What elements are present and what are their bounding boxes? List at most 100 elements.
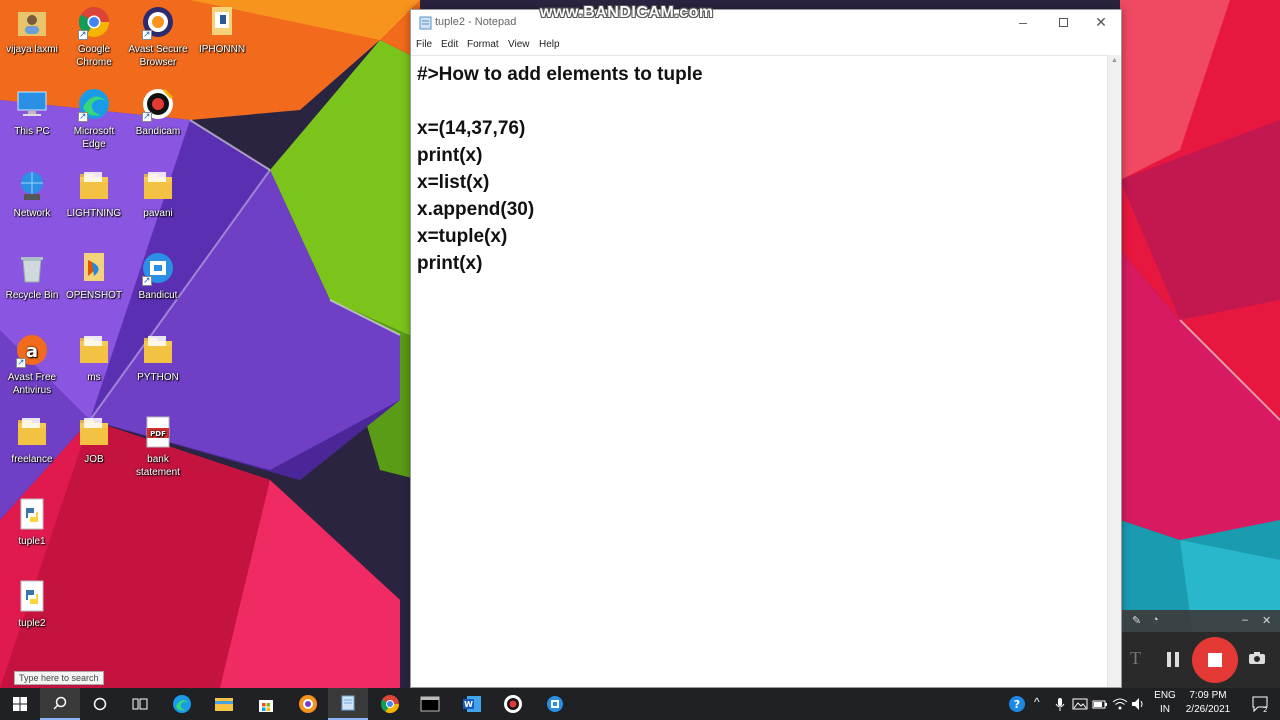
scroll-up-icon[interactable]: ▲ [1111, 57, 1118, 64]
code-line-8: print(x) [417, 253, 483, 274]
desktop-icon[interactable]: LIGHTNING [62, 168, 126, 220]
desktop-icon-label: Network [13, 208, 51, 219]
desktop-icon[interactable]: ms [62, 332, 126, 384]
desktop-icon-label: freelance [11, 454, 53, 465]
screenshot-camera-icon[interactable] [1248, 651, 1266, 665]
taskbar-notepad[interactable] [328, 688, 368, 720]
desktop-icon-label: tuple1 [18, 536, 46, 547]
maximize-button[interactable] [1043, 10, 1083, 34]
notepad-titlebar[interactable]: tuple2 - Notepad – ✕ [411, 10, 1121, 35]
code-line-5: x=list(x) [417, 172, 490, 193]
desktop-icon[interactable]: Network [0, 168, 64, 220]
desktop-icon-label: IPHONNN [198, 44, 246, 55]
code-line-1: #>How to add elements to tuple [417, 64, 703, 85]
desktop-icon-label: vijaya laxmi [6, 44, 58, 55]
desktop-icon[interactable]: This PC [0, 86, 64, 138]
taskbar-edge[interactable] [162, 688, 202, 720]
bandicut-icon [140, 250, 176, 287]
microphone-icon[interactable] [1052, 696, 1068, 712]
desktop-icon[interactable]: Avast Secure Browser [126, 4, 190, 69]
desktop-icon[interactable]: freelance [0, 414, 64, 466]
desktop-icon[interactable]: tuple2 [0, 578, 64, 630]
action-center-button[interactable]: 2 [1240, 688, 1280, 720]
folder-icon [76, 332, 112, 368]
taskbar-avast-browser[interactable] [288, 688, 328, 720]
stop-record-button[interactable] [1192, 637, 1238, 683]
help-icon[interactable]: ? [1008, 695, 1026, 713]
desktop-icon[interactable]: tuple1 [0, 496, 64, 548]
pause-button[interactable] [1166, 652, 1180, 667]
svg-text:W: W [464, 700, 473, 709]
taskbar: W ? ^ ENG IN 7:09 PM 2/26/2021 2 [0, 688, 1280, 720]
start-button[interactable] [0, 688, 40, 720]
menu-view[interactable]: View [508, 39, 530, 50]
clock-date: 2/26/2021 [1185, 704, 1231, 715]
volume-icon[interactable] [1130, 696, 1146, 712]
recorder-pencil-icon[interactable]: ✎ [1132, 614, 1141, 627]
desktop-icon[interactable]: PDF bank statement [126, 414, 190, 479]
desktop-icon[interactable]: OPENSHOT [62, 250, 126, 302]
desktop-icon-label: pavani [143, 208, 173, 219]
desktop-icon[interactable]: Bandicut [126, 250, 190, 302]
show-hidden-icons-chevron-icon[interactable]: ^ [1034, 695, 1040, 720]
task-view-button[interactable] [120, 688, 160, 720]
desktop-icon-label: LIGHTNING [66, 208, 122, 219]
desktop-icon-label: This PC [14, 126, 50, 137]
minimize-button[interactable]: – [1003, 10, 1043, 34]
computer-icon [14, 86, 50, 122]
desktop-icon[interactable]: PYTHON [126, 332, 190, 384]
desktop-icon[interactable]: Recycle Bin [0, 250, 64, 302]
language-indicator[interactable]: ENG IN [1150, 689, 1180, 717]
windows-logo-icon [13, 697, 27, 711]
shortcut-arrow-icon [78, 110, 88, 123]
menu-format[interactable]: Format [467, 39, 499, 50]
taskbar-bandicam[interactable] [493, 688, 533, 720]
desktop-icon-label: bank statement [136, 454, 180, 478]
menu-edit[interactable]: Edit [441, 39, 458, 50]
desktop-icon[interactable]: a Avast Free Antivirus [0, 332, 64, 397]
close-button[interactable]: ✕ [1081, 10, 1121, 34]
taskbar-file-explorer[interactable] [204, 688, 244, 720]
recorder-minimize-icon[interactable]: – [1242, 614, 1248, 626]
close-icon: ✕ [1095, 14, 1107, 30]
recorder-timer-icon[interactable]: ◔ [1152, 614, 1159, 626]
desktop-icon-label: Avast Secure Browser [128, 44, 188, 68]
taskbar-terminal[interactable] [410, 688, 450, 720]
desktop-icon[interactable]: vijaya laxmi [0, 4, 64, 56]
minimize-icon: – [1019, 14, 1027, 30]
terminal-icon [420, 696, 440, 712]
svg-text:a: a [26, 341, 38, 362]
taskbar-bandicut[interactable] [535, 688, 575, 720]
network-icon [14, 168, 50, 204]
search-button[interactable] [40, 688, 80, 720]
wifi-icon[interactable] [1112, 696, 1128, 712]
taskbar-word[interactable]: W [452, 688, 492, 720]
openshot-icon [76, 250, 112, 286]
menu-file[interactable]: File [416, 39, 432, 50]
text-tool-button[interactable]: T [1130, 648, 1141, 669]
desktop-icon[interactable]: IPHONNN [190, 4, 254, 56]
desktop-icon[interactable]: JOB [62, 414, 126, 466]
photos-icon[interactable] [1072, 696, 1088, 712]
battery-icon[interactable] [1092, 696, 1108, 712]
desktop-icon[interactable]: Google Chrome [62, 4, 126, 69]
taskbar-chrome[interactable] [370, 688, 410, 720]
cortana-button[interactable] [80, 688, 120, 720]
taskbar-store[interactable] [246, 688, 286, 720]
notepad-window[interactable]: tuple2 - Notepad – ✕ File Edit Format Vi… [410, 9, 1122, 688]
folder-icon [76, 414, 112, 450]
vertical-scrollbar[interactable]: ▲ [1107, 55, 1121, 687]
recorder-close-icon[interactable]: ✕ [1262, 614, 1271, 627]
desktop-icon[interactable]: Bandicam [126, 86, 190, 138]
avast-browser-icon [299, 695, 317, 713]
bandicam-icon [504, 695, 522, 713]
bandicam-recorder-panel: ✎ ◔ – ✕ T [1122, 610, 1280, 688]
desktop-icon[interactable]: pavani [126, 168, 190, 220]
folder-icon [140, 332, 176, 368]
python-file-icon [14, 578, 50, 614]
shortcut-arrow-icon [142, 110, 152, 123]
clock[interactable]: 7:09 PM 2/26/2021 [1180, 689, 1236, 717]
menu-help[interactable]: Help [539, 39, 560, 50]
desktop-icon[interactable]: Microsoft Edge [62, 86, 126, 151]
notepad-text-area[interactable]: #>How to add elements to tuple x=(14,37,… [411, 55, 1107, 687]
